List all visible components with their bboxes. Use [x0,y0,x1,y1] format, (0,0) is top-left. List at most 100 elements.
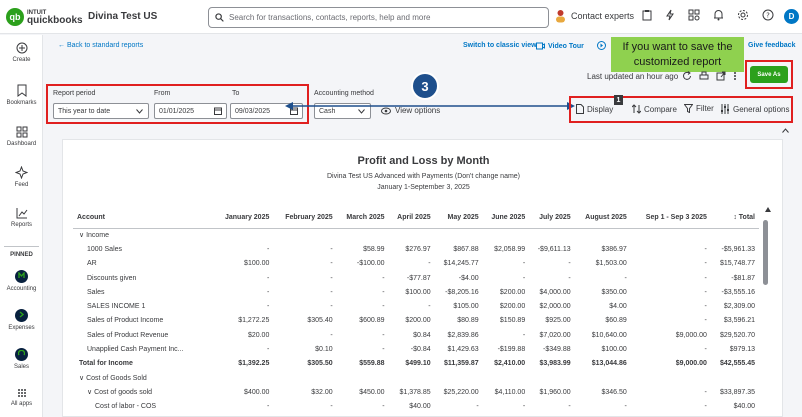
amount-cell[interactable]: $4,000.00 [529,285,574,299]
amount-cell[interactable]: $400.00 [214,385,274,399]
column-header[interactable]: August 2025 [574,208,631,229]
account-name-cell[interactable]: ∨ Income [73,228,214,242]
amount-cell[interactable]: $1,429.63 [435,342,483,356]
account-name-cell[interactable]: Sales [73,285,214,299]
amount-cell[interactable]: $150.89 [483,314,530,328]
display-button[interactable]: Display [576,104,613,114]
amount-cell[interactable]: -$77.87 [389,271,435,285]
column-header[interactable]: January 2025 [213,208,274,229]
table-row[interactable]: Cost of labor - COS - - - $40.00- - - - - $40.00 [73,400,759,414]
amount-cell[interactable]: $42,555.45 [711,357,759,371]
amount-cell[interactable]: $80.89 [435,314,483,328]
amount-cell[interactable]: $3,596.21 [711,314,759,328]
amount-cell[interactable]: $346.50 [575,385,631,399]
amount-cell[interactable]: $0.84 [389,328,435,342]
account-name-cell[interactable]: ∨ Cost of goods sold [73,385,214,399]
help-icon[interactable]: ? [762,9,774,21]
sidebar-item-expenses[interactable]: Expenses [0,309,43,331]
column-header[interactable]: March 2025 [336,208,389,229]
lightning-icon[interactable] [665,9,675,21]
amount-cell[interactable]: $1,960.00 [529,385,574,399]
amount-cell[interactable]: $2,058.99 [483,242,530,256]
column-header[interactable]: May 2025 [434,208,483,229]
export-icon[interactable] [716,71,726,81]
amount-cell[interactable]: $450.00 [337,385,389,399]
amount-cell[interactable]: -$4.00 [435,271,483,285]
sidebar-item-bookmarks[interactable]: Bookmarks [0,84,43,106]
table-row[interactable]: AR $100.00- -$100.00- $14,245.77- - $1,503.00… [73,257,759,271]
more-options-icon[interactable] [733,71,737,81]
amount-cell[interactable]: $2,839.86 [435,328,483,342]
amount-cell[interactable]: $4,110.00 [483,385,530,399]
amount-cell[interactable]: $7,020.00 [529,328,574,342]
amount-cell[interactable]: $200.00 [483,285,530,299]
amount-cell[interactable]: -$9,611.13 [529,242,574,256]
column-header[interactable]: April 2025 [388,208,435,229]
back-to-standard-reports-link[interactable]: ← Back to standard reports [58,42,143,49]
report-period-select[interactable]: This year to date [53,103,149,119]
compare-button[interactable]: Compare [632,104,677,114]
quickbooks-logo[interactable]: qb INTUIT quickbooks [6,8,83,26]
amount-cell[interactable]: $20.00 [214,328,274,342]
search-input[interactable]: Search for transactions, contacts, repor… [208,7,549,28]
amount-cell[interactable]: $600.89 [337,314,389,328]
amount-cell[interactable]: $2,000.00 [529,299,574,313]
amount-cell[interactable]: -$3,555.16 [711,285,759,299]
amount-cell[interactable]: $1,503.00 [575,257,631,271]
amount-cell[interactable]: -$100.00 [337,257,389,271]
amount-cell[interactable]: $40.00 [389,400,435,414]
table-row[interactable]: Sales of Product Income $1,272.25 $305.40 $… [73,314,759,328]
amount-cell[interactable]: $58.99 [337,242,389,256]
account-name-cell[interactable]: Sales of Product Revenue [73,328,214,342]
sidebar-item-dashboard[interactable]: Dashboard [0,126,43,147]
table-row[interactable]: Discounts given - - - -$77.87 -$4.00- - - - -$81.… [73,271,759,285]
amount-cell[interactable]: $15,748.77 [711,257,759,271]
amount-cell[interactable]: $386.97 [575,242,631,256]
amount-cell[interactable]: $2,410.00 [483,357,530,371]
amount-cell[interactable]: $32.00 [273,385,336,399]
amount-cell[interactable]: $305.50 [273,357,336,371]
amount-cell[interactable]: $1,272.25 [214,314,274,328]
amount-cell[interactable]: $40.00 [711,400,759,414]
total-row[interactable]: Total for Income $1,392.25 $305.50 $559.88 $… [73,357,759,371]
column-header[interactable]: July 2025 [529,208,575,229]
amount-cell[interactable]: $100.00 [575,342,631,356]
amount-cell[interactable]: $2,309.00 [711,299,759,313]
table-row[interactable]: SALES INCOME 1- - - - $105.00 $200.00 $2,000.0… [73,299,759,313]
scroll-up-icon[interactable] [765,207,771,212]
play-icon[interactable] [597,41,606,50]
save-as-button[interactable]: Save As [750,66,788,83]
amount-cell[interactable]: $200.00 [483,299,530,313]
column-header[interactable]: June 2025 [482,208,530,229]
amount-cell[interactable]: $13,044.86 [575,357,631,371]
amount-cell[interactable]: $3,983.99 [529,357,574,371]
amount-cell[interactable]: $979.13 [711,342,759,356]
account-name-cell[interactable]: Unapplied Cash Payment Inc... [73,342,214,356]
collapse-chevron-icon[interactable] [782,128,789,133]
sidebar-item-sales[interactable]: Sales [0,348,43,370]
print-icon[interactable] [699,71,709,81]
amount-cell[interactable]: $10,640.00 [575,328,631,342]
amount-cell[interactable]: $105.00 [435,299,483,313]
amount-cell[interactable]: $200.00 [389,314,435,328]
sidebar-item-accounting[interactable]: Accounting [0,270,43,292]
amount-cell[interactable]: $305.40 [273,314,336,328]
amount-cell[interactable]: $276.97 [389,242,435,256]
amount-cell[interactable]: -$8,205.16 [435,285,483,299]
clipboard-icon[interactable] [642,9,652,21]
amount-cell[interactable]: $350.00 [575,285,631,299]
amount-cell[interactable]: $25,220.00 [435,385,483,399]
sidebar-item-reports[interactable]: Reports [0,207,43,228]
column-header[interactable]: Account [73,208,214,229]
account-name-cell[interactable]: Total for Income [73,357,214,371]
sidebar-item-create[interactable]: Create [0,42,43,63]
amount-cell[interactable]: -$81.87 [711,271,759,285]
column-header[interactable]: Sep 1 - Sep 3 2025 [630,208,711,229]
amount-cell[interactable]: $14,245.77 [435,257,483,271]
amount-cell[interactable]: $60.89 [575,314,631,328]
refresh-icon[interactable] [682,71,692,81]
section-row[interactable]: ∨ Cost of Goods Sold [73,371,759,385]
amount-cell[interactable]: $559.88 [337,357,389,371]
sidebar-item-all-apps[interactable]: All apps [0,388,43,407]
general-options-button[interactable]: General options [720,104,789,114]
